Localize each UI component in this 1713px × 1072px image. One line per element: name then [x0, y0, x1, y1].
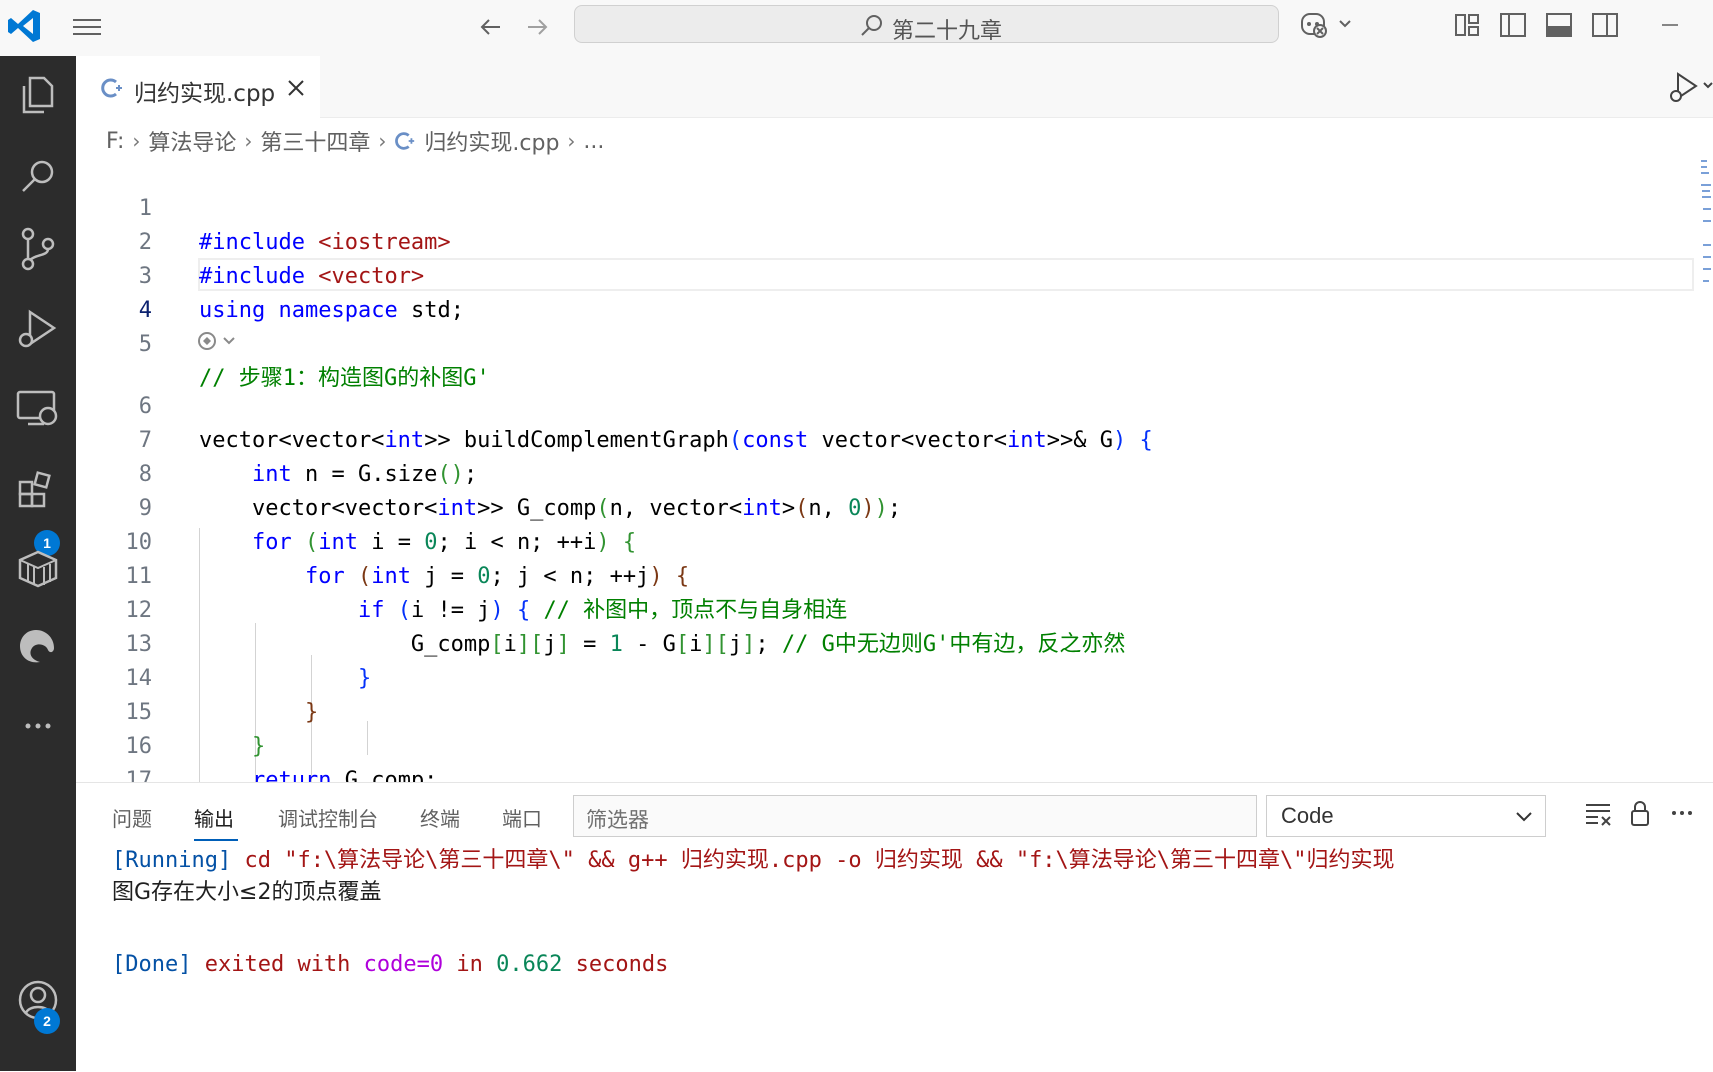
more-views-icon[interactable]	[10, 698, 66, 754]
code-line: 16 return G_comp;	[76, 696, 1696, 782]
code-line: 14 }	[76, 628, 1696, 725]
customize-layout-icon[interactable]	[1452, 10, 1482, 40]
tab-debug-console[interactable]: 调试控制台	[278, 803, 378, 832]
token: in	[443, 952, 497, 977]
search-icon	[861, 15, 882, 36]
title-bar: 第二十九章	[0, 0, 1713, 57]
toggle-panel-icon[interactable]	[1544, 10, 1574, 40]
tab-problems[interactable]: 问题	[112, 803, 152, 832]
code-line: 10 for (int j = 0; j < n; ++j) {	[76, 492, 1696, 589]
bottom-panel: 问题 输出 调试控制台 终端 端口 筛选器 Code [Running] cd …	[76, 782, 1713, 1072]
search-text: 第二十九章	[892, 19, 1003, 44]
tab-terminal[interactable]: 终端	[420, 803, 460, 832]
back-arrow-icon[interactable]	[474, 10, 508, 44]
containers-icon[interactable]	[10, 540, 66, 596]
code-line: 1 #include <iostream>	[76, 158, 1696, 255]
running-command: cd "f:\算法导论\第三十四章\" && g++ 归约实现.cpp -o 归…	[231, 848, 1395, 873]
vscode-logo-icon	[8, 10, 40, 42]
running-tag: [Running]	[112, 848, 232, 873]
toggle-secondary-sidebar-icon[interactable]	[1590, 10, 1620, 40]
tab-active-file[interactable]: 归约实现.cpp	[76, 56, 320, 118]
token: exited with	[191, 952, 364, 977]
active-tab-indicator	[194, 839, 238, 841]
code-line: 5 // 步骤1：构造图G的补图G'	[76, 294, 1696, 391]
token: code=0	[363, 952, 444, 977]
minimap[interactable]	[1700, 158, 1712, 328]
more-actions-icon[interactable]	[1666, 797, 1698, 829]
clear-output-icon[interactable]	[1582, 797, 1614, 829]
token: seconds	[562, 952, 669, 977]
accounts-badge: 2	[34, 1008, 60, 1034]
copilot-icon[interactable]	[1298, 8, 1362, 42]
toggle-primary-sidebar-icon[interactable]	[1498, 10, 1528, 40]
cpp-file-icon	[101, 78, 122, 98]
code-line: 18	[76, 764, 1696, 782]
code-line: 3 using namespace std;	[76, 226, 1696, 323]
code-line: 9 for (int i = 0; i < n; ++i) {	[76, 458, 1696, 555]
chevron-right-icon: ›	[378, 129, 387, 153]
cpp-file-icon	[395, 132, 415, 150]
code-line: 2 #include <vector>	[76, 192, 1696, 289]
edge-devtools-icon[interactable]	[10, 618, 66, 674]
output-line: [Done] exited with code=0 in 0.662 secon…	[112, 949, 668, 981]
lock-scroll-icon[interactable]	[1624, 797, 1656, 829]
minimize-window-icon[interactable]	[1655, 10, 1685, 40]
run-code-icon[interactable]	[1664, 66, 1713, 106]
chevron-right-icon: ›	[567, 129, 576, 153]
done-tag: [Done]	[112, 952, 192, 977]
breadcrumb-file[interactable]: 归约实现.cpp	[424, 125, 559, 157]
editor-tab-strip: 归约实现.cpp	[76, 56, 1713, 118]
output-channel-select[interactable]: Code	[1266, 795, 1546, 837]
tab-label: 归约实现.cpp	[134, 81, 276, 107]
breadcrumb-drive[interactable]: F:	[106, 129, 124, 154]
chevron-right-icon: ›	[132, 129, 141, 153]
filter-placeholder: 筛选器	[586, 808, 649, 832]
breadcrumb-folder[interactable]: 第三十四章	[260, 125, 370, 157]
code-line: 15 }	[76, 662, 1696, 759]
hamburger-menu-icon[interactable]	[70, 12, 104, 42]
extensions-icon[interactable]	[10, 460, 66, 516]
code-line: 7 int n = G.size();	[76, 390, 1696, 487]
forward-arrow-icon[interactable]	[520, 10, 554, 44]
search-icon[interactable]	[10, 150, 66, 206]
code-line: 8 vector<vector<int>> G_comp(n, vector<i…	[76, 424, 1696, 521]
code-line: 6 vector<vector<int>> buildComplementGra…	[76, 356, 1696, 453]
breadcrumb-more[interactable]: ...	[583, 129, 604, 154]
source-control-icon[interactable]	[10, 220, 66, 276]
output-line: [Running] cd "f:\算法导论\第三十四章\" && g++ 归约实…	[112, 845, 1395, 877]
output-line: 图G存在大小≤2的顶点覆盖	[112, 880, 382, 905]
code-editor[interactable]: 1 #include <iostream> 2 #include <vector…	[76, 158, 1696, 782]
activity-bar: 1 2	[0, 56, 76, 1071]
explorer-icon[interactable]	[10, 66, 66, 122]
breadcrumb-folder[interactable]: 算法导论	[148, 125, 236, 157]
code-line: 13 }	[76, 594, 1696, 691]
copilot-codelens-icon[interactable]	[196, 328, 240, 354]
code-line: 17 }	[76, 730, 1696, 782]
token: 0.662	[496, 952, 563, 977]
breadcrumb: F: › 算法导论 › 第三十四章 › 归约实现.cpp › ...	[106, 124, 604, 158]
close-icon[interactable]	[284, 76, 308, 100]
tab-output[interactable]: 输出	[194, 803, 234, 832]
code-line: 11 if (i != j) { // 补图中，顶点不与自身相连	[76, 526, 1696, 623]
filter-input[interactable]: 筛选器	[573, 795, 1257, 837]
chevron-down-icon	[1516, 812, 1532, 822]
chevron-right-icon: ›	[244, 129, 253, 153]
run-and-debug-icon[interactable]	[10, 300, 66, 356]
tab-ports[interactable]: 端口	[502, 803, 542, 832]
command-center-search[interactable]: 第二十九章	[574, 5, 1279, 44]
output-channel-value: Code	[1281, 803, 1334, 828]
code-line: 12 G_comp[i][j] = 1 - G[i][j]; // G中无边则G…	[76, 560, 1696, 657]
remote-explorer-icon[interactable]	[10, 380, 66, 436]
code-line: 4	[76, 260, 1696, 323]
